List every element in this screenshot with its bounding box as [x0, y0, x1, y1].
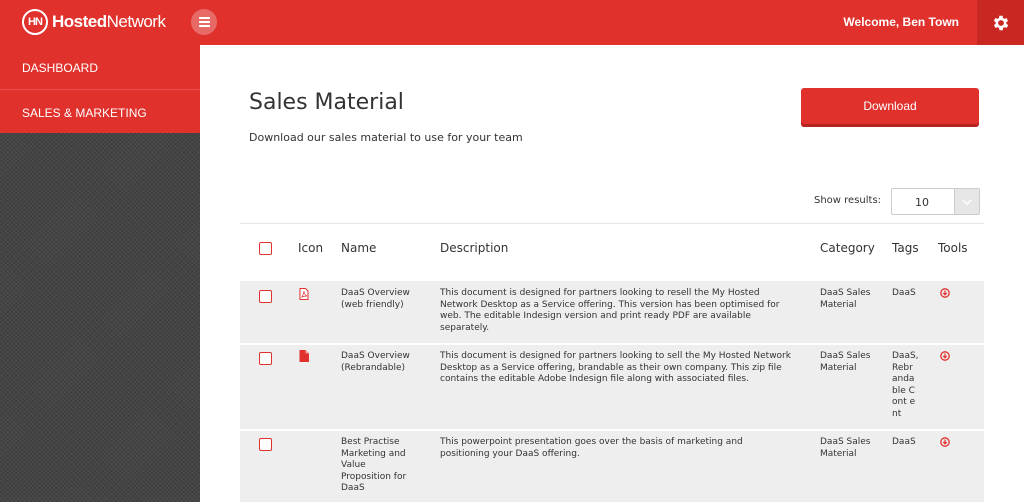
column-header-tools[interactable]: Tools: [938, 241, 968, 255]
column-header-name[interactable]: Name: [341, 241, 376, 255]
sidebar-item-sales-marketing[interactable]: SALES & MARKETING: [0, 89, 200, 133]
column-header-category[interactable]: Category: [820, 241, 875, 255]
show-results-label: Show results:: [814, 195, 882, 206]
divider: [240, 223, 984, 224]
sidebar: DASHBOARD SALES & MARKETING: [0, 45, 200, 502]
settings-button[interactable]: [977, 0, 1024, 45]
welcome-text: Welcome, Ben Town: [843, 15, 959, 29]
row-category: DaaS Sales Material: [820, 351, 871, 373]
column-header-tags[interactable]: Tags: [892, 241, 919, 255]
page-subtitle: Download our sales material to use for y…: [249, 131, 523, 144]
top-bar: HN HostedNetwork Welcome, Ben Town: [0, 0, 1024, 45]
logo-text: HostedNetwork: [52, 12, 166, 32]
sidebar-item-dashboard[interactable]: DASHBOARD: [0, 45, 200, 89]
column-header-icon: Icon: [298, 241, 324, 255]
table-header: Icon Name Description Category Tags Tool…: [240, 241, 984, 265]
row-description: This powerpoint presentation goes over t…: [440, 437, 743, 459]
table-row: DaaS Overview (Rebrandable) This documen…: [240, 345, 984, 429]
row-name[interactable]: DaaS Overview (Rebrandable): [341, 351, 421, 374]
download-icon[interactable]: [940, 351, 950, 366]
row-tags: DaaS, Rebr anda ble Cont ent: [892, 351, 919, 419]
row-name[interactable]: Best Practise Marketing and Value Propos…: [341, 437, 415, 495]
pdf-file-icon: [299, 288, 309, 305]
hamburger-icon-line: [198, 25, 210, 27]
logo-text-hosted: Hosted: [52, 12, 107, 31]
row-category: DaaS Sales Material: [820, 437, 871, 459]
row-category: DaaS Sales Material: [820, 288, 871, 310]
hamburger-icon-line: [198, 21, 210, 23]
table-row: Best Practise Marketing and Value Propos…: [240, 431, 984, 502]
file-icon: [299, 350, 309, 367]
sidebar-nav: DASHBOARD SALES & MARKETING: [0, 45, 200, 133]
row-tags: DaaS: [892, 288, 916, 298]
row-checkbox[interactable]: [259, 290, 272, 303]
column-header-description[interactable]: Description: [440, 241, 508, 255]
row-description: This document is designed for partners l…: [440, 288, 780, 333]
row-checkbox[interactable]: [259, 438, 272, 451]
logo-text-network: Network: [106, 12, 166, 31]
download-button[interactable]: Download: [801, 88, 979, 124]
download-icon[interactable]: [940, 437, 950, 452]
gear-icon: [993, 15, 1008, 30]
show-results-value: 10: [915, 196, 929, 209]
chevron-down-icon[interactable]: [954, 189, 979, 214]
hamburger-menu-button[interactable]: [191, 9, 217, 35]
logo[interactable]: HN HostedNetwork: [22, 8, 166, 36]
show-results-select[interactable]: 10: [891, 188, 980, 215]
page-title: Sales Material: [249, 90, 404, 115]
main-content: Sales Material Download our sales materi…: [200, 45, 1024, 502]
hamburger-icon-line: [198, 17, 210, 19]
logo-mark: HN: [22, 9, 48, 35]
row-tags: DaaS: [892, 437, 916, 447]
row-name[interactable]: DaaS Overview (web friendly): [341, 288, 421, 311]
row-checkbox[interactable]: [259, 352, 272, 365]
table-row: DaaS Overview (web friendly) This docume…: [240, 281, 984, 343]
row-description: This document is designed for partners l…: [440, 351, 791, 384]
download-icon[interactable]: [940, 288, 950, 303]
select-all-checkbox[interactable]: [259, 242, 272, 255]
